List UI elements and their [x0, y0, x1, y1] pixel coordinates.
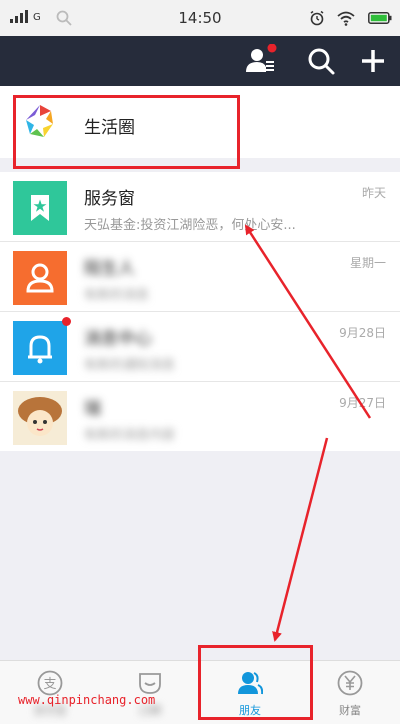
- add-button[interactable]: [356, 44, 390, 78]
- highlight-life-circle: [13, 95, 240, 169]
- conversation-title: 服务窗: [84, 189, 135, 209]
- status-bar: G 14:50: [0, 0, 400, 36]
- conversation-preview: 有新的消息内容: [84, 428, 176, 443]
- bookmark-star-icon: [13, 181, 67, 235]
- conversation-preview: 有新的通知消息: [84, 358, 176, 373]
- bell-icon: [13, 321, 67, 375]
- plus-icon: [362, 50, 384, 72]
- svg-text:支: 支: [43, 677, 56, 692]
- watermark: www.qinpinchang.com: [18, 693, 156, 707]
- yen-icon: [337, 670, 363, 696]
- conversation-preview: 有新的消息: [84, 288, 150, 303]
- arrow-to-friends-tab: [272, 437, 329, 642]
- wifi-icon: [337, 11, 355, 26]
- conversation-item[interactable]: 消息中心 有新的通知消息 9月28日: [0, 312, 400, 382]
- search-button[interactable]: [304, 44, 338, 78]
- conversation-time: 星期一: [349, 256, 386, 270]
- app-header: [0, 36, 400, 86]
- battery-icon: [368, 12, 392, 24]
- conversation-time: 9月28日: [339, 326, 386, 340]
- conversation-time: 9月27日: [339, 396, 386, 410]
- tab-label: 财富: [339, 704, 361, 717]
- person-icon: [13, 251, 67, 305]
- conversation-item[interactable]: 瑞 有新的消息内容 9月27日: [0, 382, 400, 451]
- conversation-title: 瑞: [84, 399, 101, 419]
- alarm-icon: [310, 10, 324, 26]
- conversation-title: 消息中心: [84, 329, 152, 349]
- conversation-title: 陌生人: [84, 259, 135, 279]
- conversation-item[interactable]: 陌生人 有新的消息 星期一: [0, 242, 400, 312]
- conversation-list: 服务窗 天弘基金:投资江湖险恶，何处心安... 昨天 陌生人 有新的消息 星期一…: [0, 172, 400, 451]
- search-icon: [308, 48, 335, 75]
- conversation-preview: 天弘基金:投资江湖险恶，何处心安...: [84, 218, 296, 233]
- contacts-button[interactable]: [243, 43, 277, 78]
- cartoon-avatar: [13, 391, 67, 445]
- conversation-item[interactable]: 服务窗 天弘基金:投资江湖险恶，何处心安... 昨天: [0, 172, 400, 242]
- conversation-time: 昨天: [361, 186, 386, 200]
- contact-list-icon: [246, 43, 277, 72]
- unread-dot: [62, 317, 71, 326]
- highlight-friends-tab: [198, 645, 313, 720]
- tab-wealth[interactable]: 财富: [300, 661, 400, 724]
